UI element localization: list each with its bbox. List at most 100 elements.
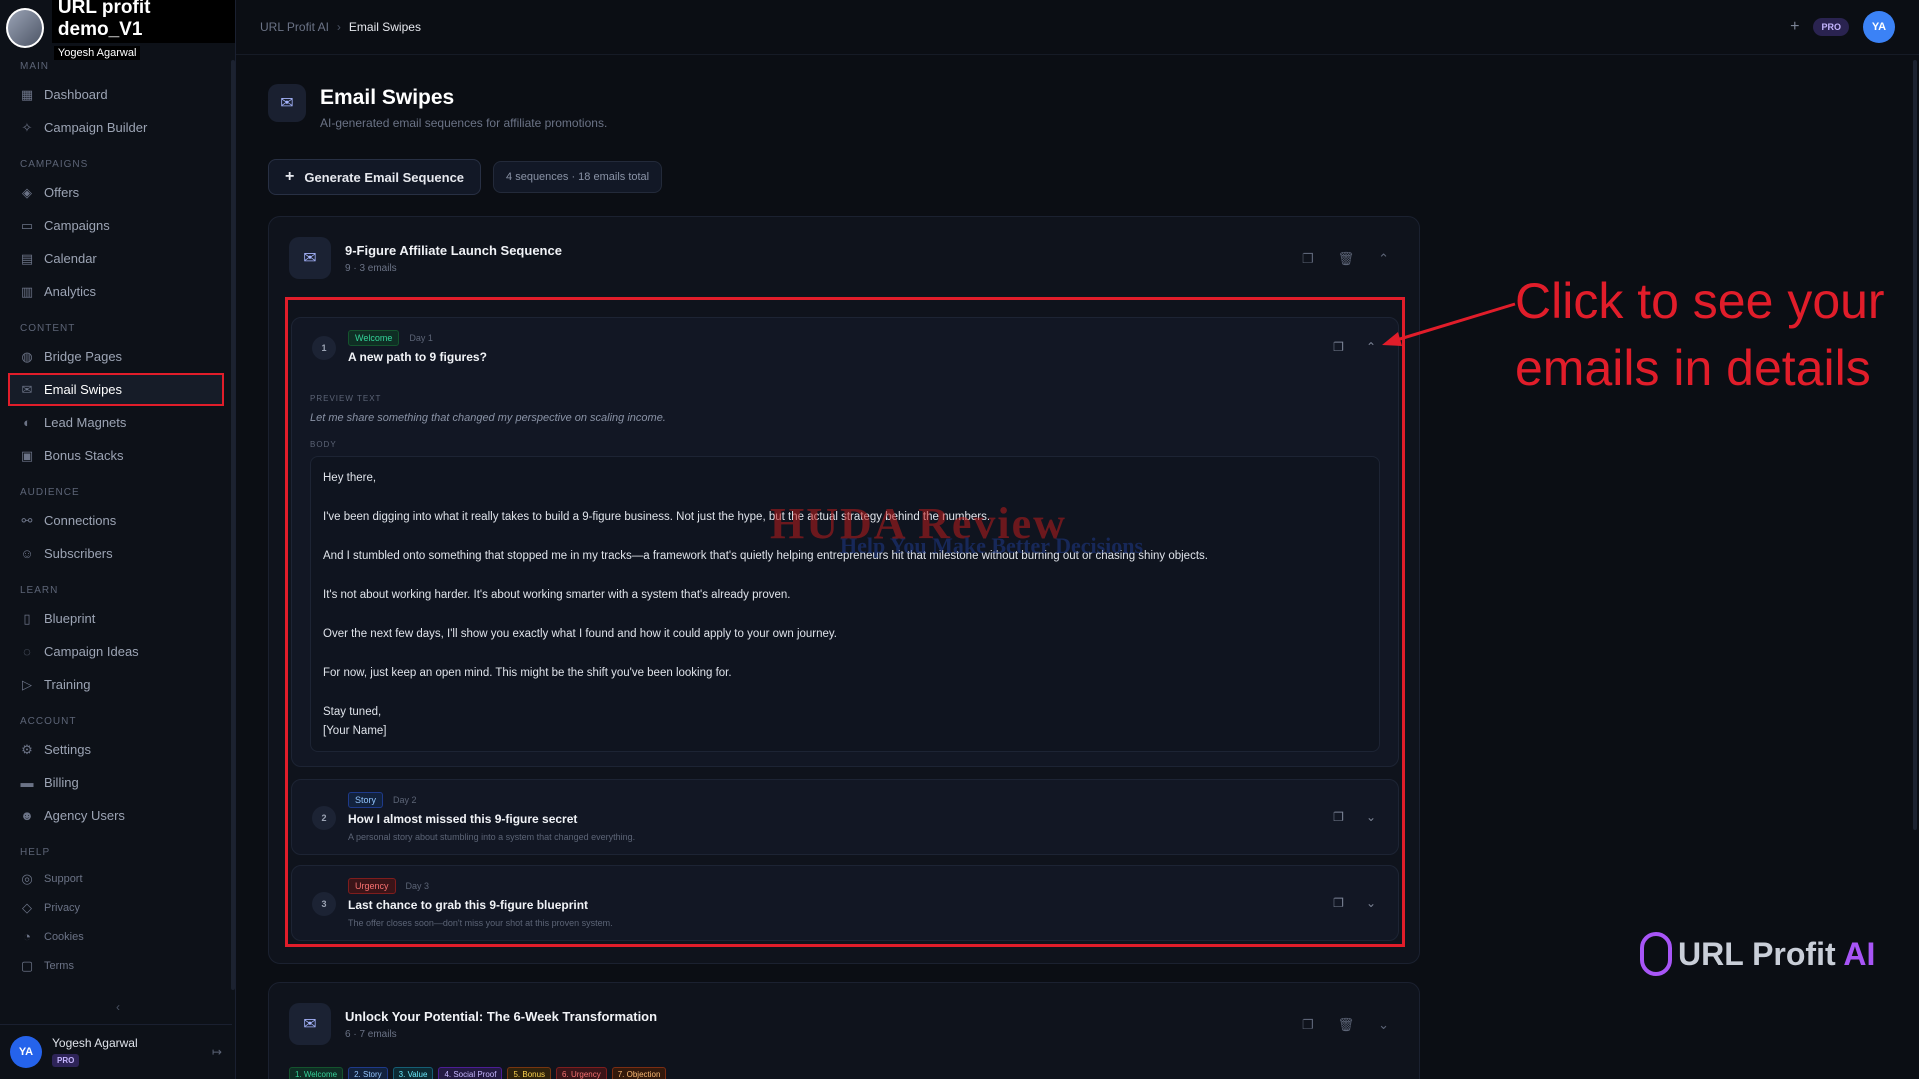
- mail-icon: ✉: [289, 1003, 331, 1045]
- sidebar-item-label: Terms: [44, 959, 74, 972]
- sidebar-item-label: Support: [44, 872, 83, 885]
- plus-icon: +: [285, 168, 295, 185]
- sidebar-item-settings[interactable]: ⚙ Settings: [0, 733, 232, 766]
- sidebar-item-support[interactable]: ◎ Support: [0, 864, 232, 893]
- sidebar-item-offers[interactable]: ◈ Offers: [0, 176, 232, 209]
- sequence-chip: 6. Urgency: [556, 1067, 607, 1079]
- copy-icon[interactable]: ❐: [1333, 896, 1344, 910]
- sidebar-item-dashboard[interactable]: ▦ Dashboard: [0, 78, 232, 111]
- nav-section-label: CONTENT: [20, 323, 76, 334]
- annotation-text: Click to see your emails in details: [1515, 268, 1915, 402]
- body-line: [Your Name]: [323, 725, 387, 737]
- lightbulb-icon: ◌: [23, 643, 31, 659]
- sidebar-item-billing[interactable]: ▬ Billing: [0, 766, 232, 799]
- sidebar-item-training[interactable]: ▷ Training: [0, 668, 232, 701]
- body-line: Stay tuned,: [323, 706, 382, 718]
- sidebar-item-label: Bonus Stacks: [44, 448, 124, 463]
- email-item[interactable]: 1 Welcome Day 1 A new path to 9 figures?…: [291, 317, 1399, 767]
- topbar: URL Profit AI › Email Swipes + PRO YA: [236, 0, 1919, 55]
- sidebar-item-label: Agency Users: [44, 808, 125, 823]
- sidebar-item-label: Subscribers: [44, 546, 113, 561]
- calendar-icon: ▤: [20, 250, 34, 266]
- annotation-arrow-icon: [1382, 302, 1516, 346]
- sidebar-item-label: Dashboard: [44, 87, 108, 102]
- chevron-up-icon[interactable]: ⌃: [1378, 251, 1389, 267]
- email-item[interactable]: 3 Urgency Day 3 Last chance to grab this…: [291, 865, 1399, 941]
- copy-icon[interactable]: ❐: [1333, 340, 1344, 354]
- sidebar-item-calendar[interactable]: ▤ Calendar: [0, 242, 232, 275]
- generate-email-sequence-button[interactable]: + Generate Email Sequence: [268, 159, 482, 195]
- chevron-down-icon[interactable]: ⌄: [1366, 810, 1376, 824]
- chevron-up-icon[interactable]: ⌃: [1366, 340, 1376, 354]
- email-tag: Urgency: [348, 878, 396, 894]
- email-description: The offer closes soon—don't miss your sh…: [348, 918, 613, 928]
- sequence-title: Unlock Your Potential: The 6-Week Transf…: [345, 1008, 658, 1024]
- sequence-chip: 1. Welcome: [289, 1067, 344, 1079]
- copy-icon[interactable]: ❐: [1333, 810, 1344, 824]
- sidebar-item-bridge-pages[interactable]: ◍ Bridge Pages: [0, 340, 232, 373]
- mail-icon: ✉: [289, 237, 331, 279]
- trash-icon[interactable]: 🗑: [1338, 251, 1355, 267]
- nav-section-label: AUDIENCE: [20, 487, 80, 498]
- main-scrollbar[interactable]: [1913, 60, 1917, 830]
- breadcrumb-separator-icon: ›: [336, 20, 341, 34]
- chevron-down-icon[interactable]: ⌄: [1378, 1017, 1389, 1033]
- user-profile[interactable]: YA Yogesh Agarwal PRO ↦: [0, 1024, 232, 1079]
- body-line: I've been digging into what it really ta…: [323, 511, 991, 523]
- sequence-chip: 4. Social Proof: [438, 1067, 503, 1079]
- email-number: 1: [312, 336, 336, 360]
- sidebar-item-terms[interactable]: ▢ Terms: [0, 951, 232, 980]
- add-icon[interactable]: +: [1790, 18, 1799, 36]
- chevron-down-icon[interactable]: ⌄: [1366, 896, 1376, 910]
- sidebar-item-privacy[interactable]: ◇ Privacy: [0, 893, 232, 922]
- sidebar-item-campaign-builder[interactable]: ✧ Campaign Builder: [0, 111, 232, 144]
- sidebar-item-cookies[interactable]: ◔ Cookies: [0, 922, 232, 951]
- top-avatar[interactable]: YA: [1863, 11, 1895, 43]
- preview-text: Let me share something that changed my p…: [310, 412, 666, 424]
- sidebar-item-blueprint[interactable]: ▯ Blueprint: [0, 602, 232, 635]
- sidebar-item-analytics[interactable]: ▥ Analytics: [0, 275, 232, 308]
- sidebar-item-campaigns[interactable]: ▭ Campaigns: [0, 209, 232, 242]
- email-number: 3: [312, 892, 336, 916]
- breadcrumb-root[interactable]: URL Profit AI: [260, 20, 329, 34]
- book-icon: ▯: [23, 610, 31, 626]
- body-line: It's not about working harder. It's abou…: [323, 589, 791, 601]
- trash-icon[interactable]: 🗑: [1338, 1017, 1355, 1033]
- copy-icon[interactable]: ❐: [1302, 251, 1314, 267]
- sidebar-item-lead-magnets[interactable]: ◐ Lead Magnets: [0, 406, 232, 439]
- email-subject: Last chance to grab this 9-figure bluepr…: [348, 898, 589, 912]
- email-subject: A new path to 9 figures?: [348, 350, 487, 364]
- sidebar-item-label: Campaigns: [44, 218, 110, 233]
- video-icon: ▷: [22, 676, 32, 692]
- page-actions: + Generate Email Sequence 4 sequences · …: [268, 159, 663, 195]
- logo-mark-icon: [1640, 932, 1672, 976]
- bar-chart-icon: ▥: [20, 283, 34, 299]
- sidebar-item-connections[interactable]: ⚯ Connections: [0, 504, 232, 537]
- sidebar-item-label: Bridge Pages: [44, 349, 123, 364]
- breadcrumb-current: Email Swipes: [348, 20, 421, 34]
- card-icon: ▬: [20, 774, 34, 790]
- folder-icon: ▭: [20, 217, 34, 233]
- sequence-chip: 7. Objection: [611, 1067, 667, 1079]
- sidebar-item-label: Lead Magnets: [44, 415, 127, 430]
- globe-icon: ◍: [21, 348, 33, 364]
- email-item[interactable]: 2 Story Day 2 How I almost missed this 9…: [291, 779, 1399, 855]
- page-title: Email Swipes: [320, 86, 455, 109]
- sidebar-item-campaign-ideas[interactable]: ◌ Campaign Ideas: [0, 635, 232, 668]
- sidebar-scrollbar[interactable]: [231, 60, 235, 990]
- sidebar-item-subscribers[interactable]: ☺ Subscribers: [0, 537, 232, 570]
- logout-icon[interactable]: ↦: [212, 1045, 222, 1059]
- users-icon: ☺: [20, 545, 34, 561]
- sequence-card: ✉ Unlock Your Potential: The 6-Week Tran…: [268, 982, 1420, 1079]
- sidebar-item-email-swipes[interactable]: ✉ Email Swipes: [8, 373, 224, 406]
- sidebar-item-agency-users[interactable]: ☻ Agency Users: [0, 799, 232, 832]
- nav-section-label: ACCOUNT: [20, 716, 77, 727]
- copy-icon[interactable]: ❐: [1302, 1017, 1314, 1033]
- collapse-sidebar-icon[interactable]: ‹: [116, 1000, 120, 1014]
- sidebar-nav: MAIN ▦ Dashboard ✧ Campaign Builder CAMPAIGNS…: [0, 56, 232, 980]
- sidebar-item-bonus-stacks[interactable]: ▣ Bonus Stacks: [0, 439, 232, 472]
- sequence-chips: 1. Welcome 2. Story 3. Value 4. Social P…: [289, 1067, 667, 1079]
- logo-ai: AI: [1843, 935, 1876, 972]
- logo-text: URL Profit: [1678, 935, 1836, 972]
- page-subtitle: AI-generated email sequences for affilia…: [320, 116, 608, 130]
